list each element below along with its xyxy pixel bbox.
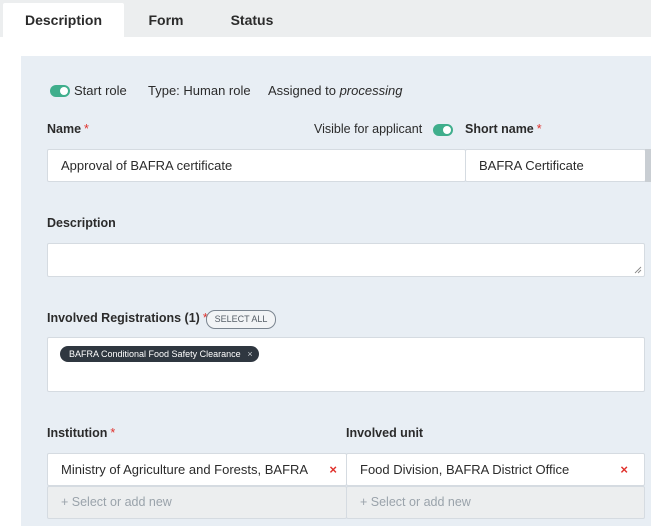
toggle-knob [443, 126, 451, 134]
required-marker: * [110, 426, 116, 440]
institution-selected-item: Ministry of Agriculture and Forests, BAF… [47, 453, 347, 486]
tab-status[interactable]: Status [222, 3, 282, 37]
assigned-prefix: Assigned to [268, 83, 336, 98]
name-label-text: Name [47, 122, 82, 136]
institution-add-input[interactable]: + Select or add new [47, 486, 347, 519]
involved-registrations-label-text: Involved Registrations (1) [47, 311, 200, 325]
required-marker: * [84, 122, 89, 136]
involved-unit-label: Involved unit [346, 426, 424, 440]
registration-tag-label: BAFRA Conditional Food Safety Clearance [69, 349, 241, 359]
tab-description[interactable]: Description [3, 3, 124, 37]
tab-bar: Description Form Status [0, 0, 651, 37]
name-input[interactable]: Approval of BAFRA certificate [47, 149, 466, 182]
tag-remove-icon[interactable]: × [247, 346, 252, 362]
start-role-label: Start role [74, 83, 127, 98]
assigned-value: processing [339, 83, 403, 98]
involved-unit-add-input[interactable]: + Select or add new [346, 486, 645, 519]
visible-for-applicant-toggle[interactable] [433, 124, 453, 136]
involved-unit-selected-item: Food Division, BAFRA District Office × [346, 453, 645, 486]
start-role-toggle[interactable] [50, 85, 70, 97]
institution-label-text: Institution [47, 426, 108, 440]
registration-tag: BAFRA Conditional Food Safety Clearance … [60, 346, 259, 362]
description-textarea[interactable] [47, 243, 645, 277]
involved-registrations-label: Involved Registrations (1)* [47, 311, 208, 325]
institution-label: Institution * [47, 426, 115, 440]
short-name-label: Short name * [465, 122, 542, 136]
resize-handle-icon[interactable] [634, 266, 642, 274]
short-name-input[interactable]: BAFRA Certificate [465, 149, 646, 182]
short-name-label-text: Short name [465, 122, 534, 136]
scrollbar-thumb[interactable] [645, 149, 651, 182]
institution-value: Ministry of Agriculture and Forests, BAF… [61, 462, 309, 477]
select-all-button[interactable]: SELECT ALL [206, 310, 276, 329]
role-type-text: Type: Human role [148, 83, 251, 98]
description-label: Description [47, 216, 116, 230]
required-marker: * [536, 122, 542, 136]
description-panel: Start role Type: Human role Assigned to … [21, 56, 651, 526]
toggle-knob [60, 87, 68, 95]
involved-unit-value: Food Division, BAFRA District Office [360, 462, 570, 477]
assigned-to-text: Assigned to processing [268, 83, 402, 98]
involved-unit-remove-icon[interactable]: × [620, 454, 628, 485]
institution-remove-icon[interactable]: × [329, 454, 337, 485]
tab-form[interactable]: Form [140, 3, 192, 37]
visible-for-applicant-label: Visible for applicant [314, 122, 423, 136]
name-label: Name * [47, 122, 89, 136]
